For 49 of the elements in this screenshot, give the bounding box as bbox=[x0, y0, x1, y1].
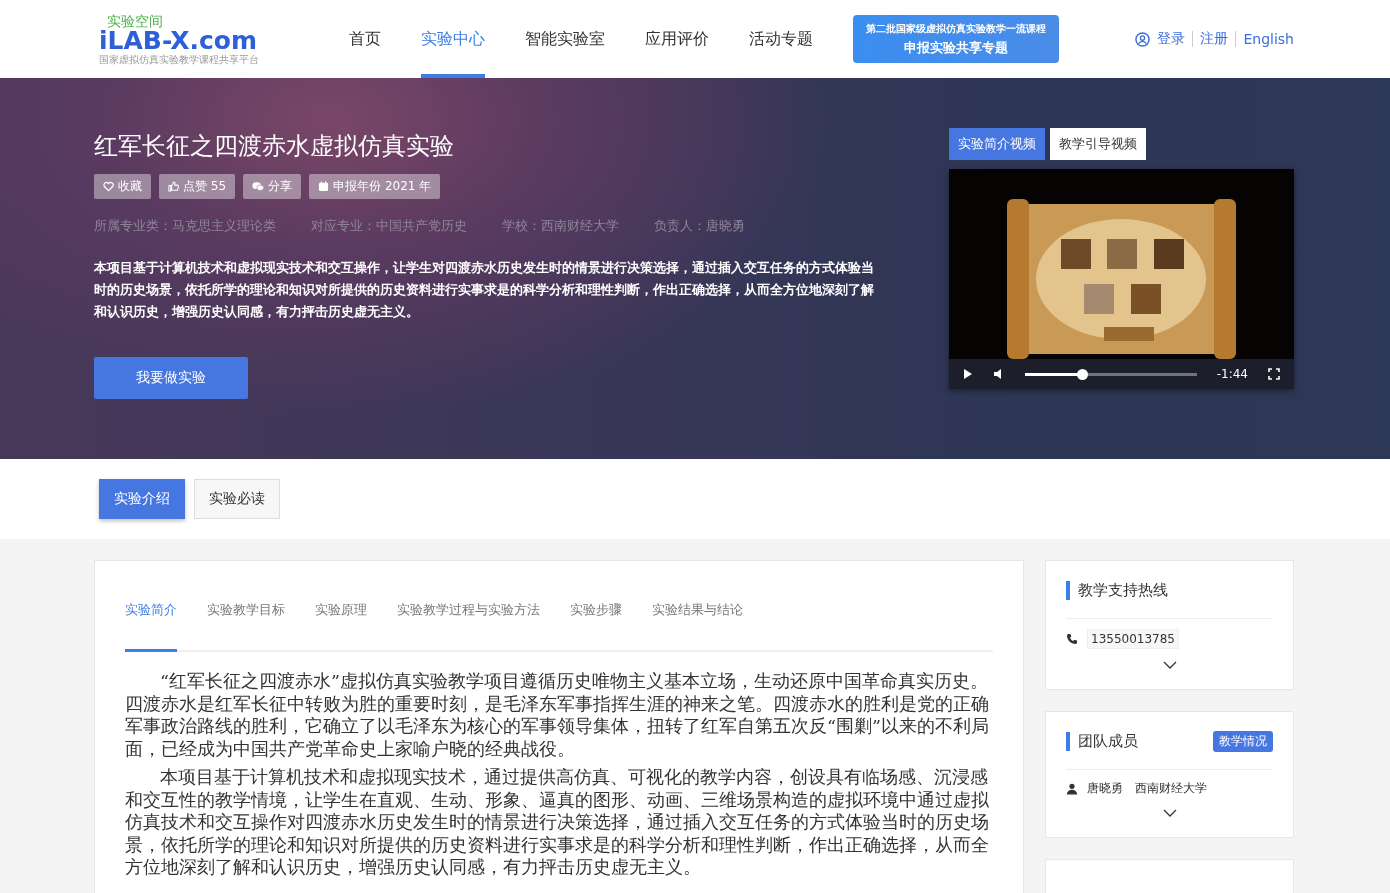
card-title: 团队成员 bbox=[1066, 732, 1138, 751]
chevron-down-icon[interactable] bbox=[1162, 809, 1177, 817]
video-tab[interactable]: 教学引导视频 bbox=[1050, 128, 1146, 160]
logo-subtitle: 国家虚拟仿真实验教学课程共享平台 bbox=[99, 54, 260, 65]
phone-icon bbox=[1066, 633, 1078, 645]
article-paragraph: 本项目基于计算机技术和虚拟现实技术，通过提供高仿真、可视化的教学内容，创设具有临场感、沉浸感和交互性的教学情境，让学生在直观、生动、形象、逼真的图形、动画、三维场景构造的虚拟环境中通过虚拟仿真技术和交互操作对四渡赤水历史发生时的情景进行决策选择，通过插入交互任务的方式体验当时的历史场景，依托所学的理论和知识对所提供的历史资料进行实事求是的科学分析和理性判断，作出正确选择，从而全方位地深刻了解和认识历史，增强历史认同感，有力抨击历史虚无主义。 bbox=[125, 766, 990, 879]
promo-banner[interactable]: 第二批国家级虚拟仿真实验教学一流课程 申报实验共享专题 bbox=[853, 15, 1059, 63]
meta-info: 所属专业类：马克思主义理论类 bbox=[94, 217, 276, 235]
site-logo[interactable]: iLAB-X.com bbox=[99, 27, 349, 53]
chevron-down-icon[interactable] bbox=[1162, 661, 1177, 669]
nav-link[interactable]: 智能实验室 bbox=[525, 0, 605, 78]
progress-handle[interactable] bbox=[1077, 368, 1089, 380]
meta-info: 对应专业：中国共产党历史 bbox=[311, 217, 467, 235]
play-icon[interactable] bbox=[963, 368, 973, 380]
action-badge[interactable]: 收藏 bbox=[94, 174, 151, 199]
nav-link[interactable]: 活动专题 bbox=[749, 0, 813, 78]
start-experiment-button[interactable]: 我要做实验 bbox=[94, 357, 248, 399]
account-link[interactable]: English bbox=[1243, 31, 1294, 47]
action-badge[interactable]: 分享 bbox=[243, 174, 302, 199]
section-tab[interactable]: 实验介绍 bbox=[99, 479, 185, 519]
experiment-title: 红军长征之四渡赤水虚拟仿真实验 bbox=[94, 131, 455, 162]
article-tab[interactable]: 实验教学过程与实验方法 bbox=[397, 589, 540, 652]
nav-link[interactable]: 首页 bbox=[349, 0, 381, 78]
fullscreen-icon[interactable] bbox=[1268, 368, 1280, 380]
experiment-summary: 本项目基于计算机技术和虚拟现实技术和交互操作，让学生对四渡赤水历史发生时的情景进行决策选择，通过插入交互任务的方式体验当时的历史场景，依托所学的理论和知识对所提供的历史资料进行实事求是的科学分析和理性判断，作出正确选择，从而全方位地深刻了解和认识历史，增强历史认同感，有力抨击历史虚无主义。 bbox=[94, 259, 874, 321]
hotline-number: 13550013785 bbox=[1087, 629, 1179, 649]
time-remaining: -1:44 bbox=[1216, 367, 1248, 381]
member-school: 西南财经大学 bbox=[1135, 780, 1207, 797]
video-tab[interactable]: 实验简介视频 bbox=[949, 128, 1045, 160]
teaching-badge[interactable]: 教学情况 bbox=[1213, 731, 1273, 752]
article-tab[interactable]: 实验简介 bbox=[125, 589, 177, 652]
user-icon bbox=[1135, 31, 1151, 47]
nav-link[interactable]: 应用评价 bbox=[645, 0, 709, 78]
article-paragraph: “红军长征之四渡赤水”虚拟仿真实验教学项目遵循历史唯物主义基本立场，生动还原中国革命真实历史。四渡赤水是红军长征中转败为胜的重要时刻，是毛泽东军事指挥生涯的神来之笔。四渡赤水的胜利是党的正确军事政治路线的胜利，它确立了以毛泽东为核心的军事领导集体，扭转了红军自第五次反“围剿”以来的不利局面，已经成为中国共产党革命史上家喻户晓的经典战役。 bbox=[125, 670, 990, 760]
person-icon bbox=[1066, 782, 1078, 795]
action-badge[interactable]: 申报年份 2021 年 bbox=[309, 174, 441, 199]
action-badge[interactable]: 点赞 55 bbox=[159, 174, 236, 199]
article-tab[interactable]: 实验结果与结论 bbox=[652, 589, 743, 652]
logo-tagline: 实验空间 bbox=[106, 13, 164, 28]
account-link[interactable]: 登录 bbox=[1157, 30, 1186, 48]
meta-info: 学校：西南财经大学 bbox=[502, 217, 619, 235]
article-tab[interactable]: 实验原理 bbox=[315, 589, 367, 652]
section-tab[interactable]: 实验必读 bbox=[194, 479, 280, 519]
account-link[interactable]: 注册 bbox=[1200, 30, 1229, 48]
article-tab[interactable]: 实验步骤 bbox=[570, 589, 622, 652]
card-title: 教学支持热线 bbox=[1066, 581, 1168, 600]
member-name: 唐晓勇 bbox=[1087, 780, 1123, 797]
meta-info: 负责人：唐晓勇 bbox=[654, 217, 745, 235]
article-tab[interactable]: 实验教学目标 bbox=[207, 589, 285, 652]
